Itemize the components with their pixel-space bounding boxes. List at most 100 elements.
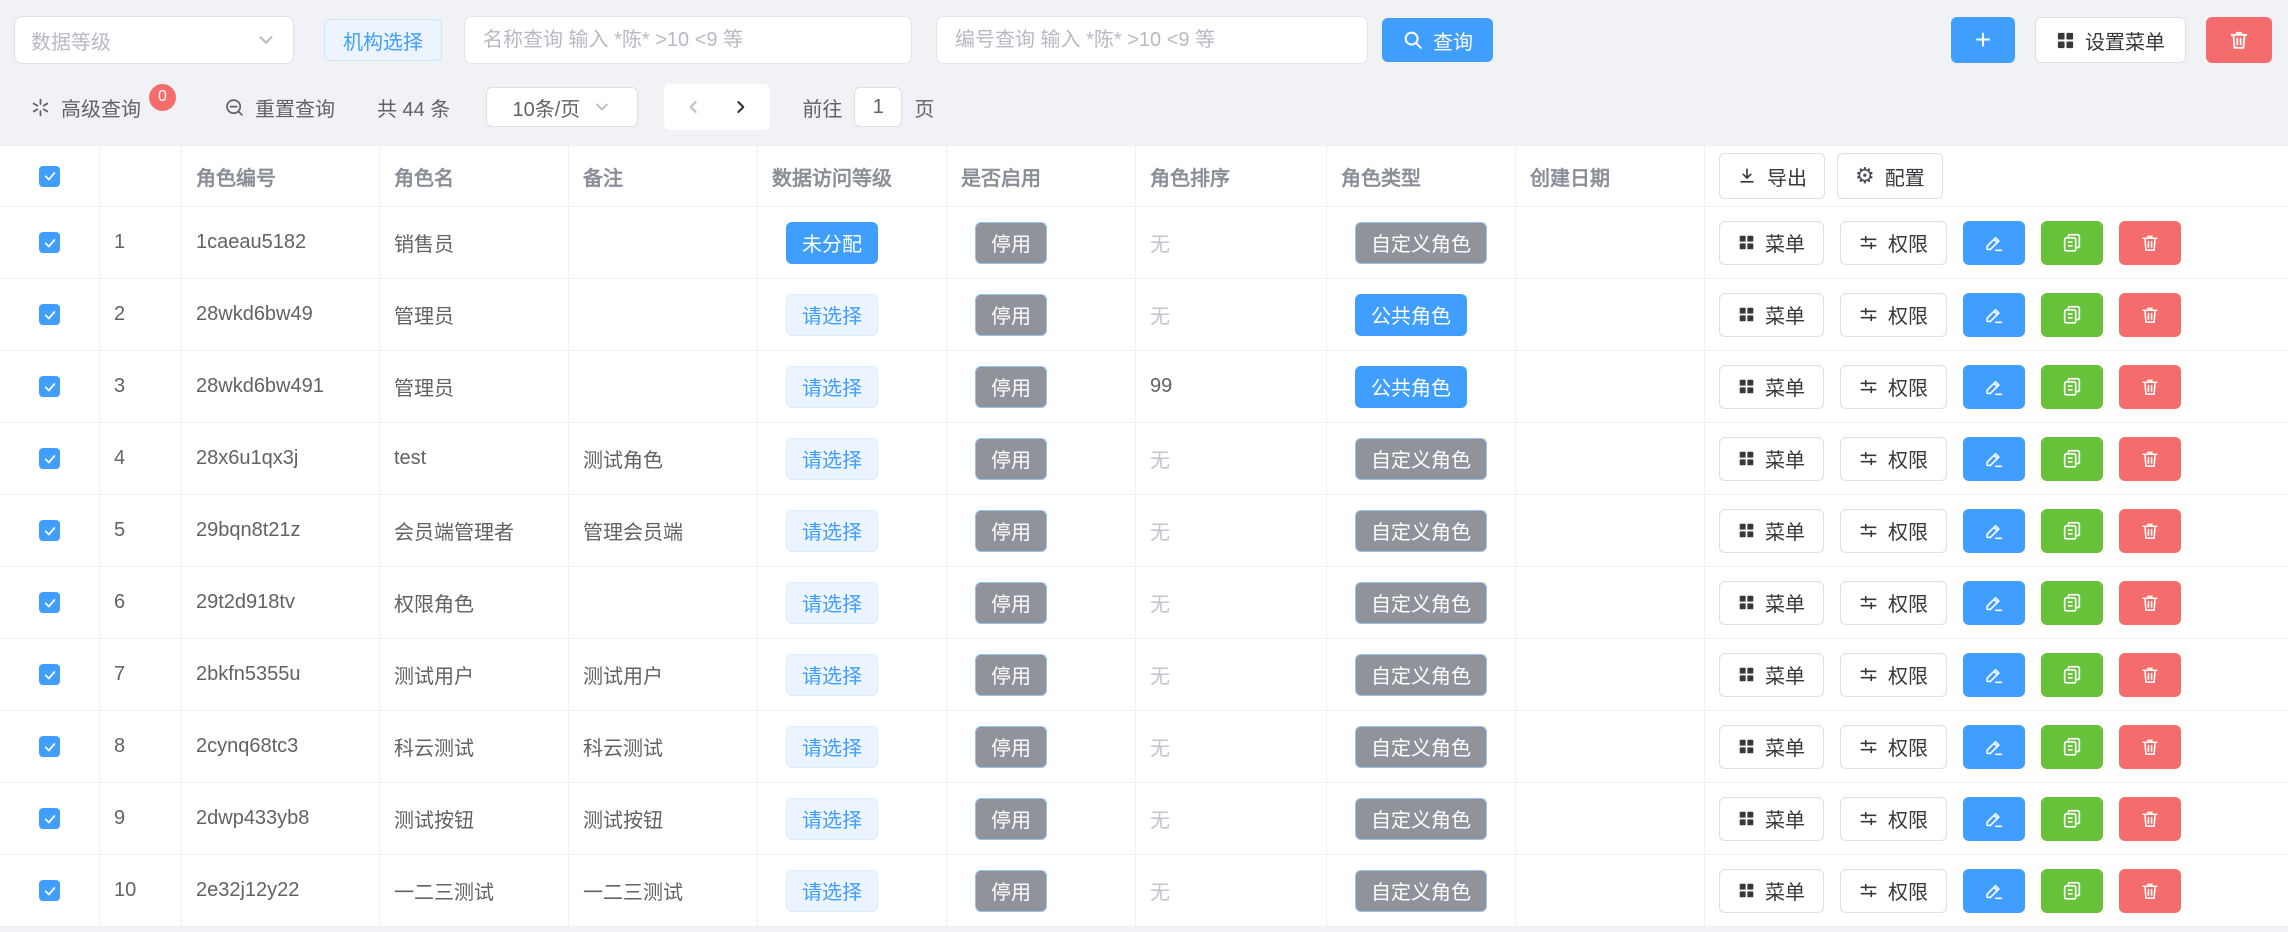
access-level-button[interactable]: 未分配	[786, 222, 878, 264]
row-delete-button[interactable]	[2119, 869, 2181, 913]
row-delete-button[interactable]	[2119, 437, 2181, 481]
access-level-button[interactable]: 请选择	[786, 366, 878, 408]
row-checkbox[interactable]	[39, 736, 60, 757]
row-menu-button[interactable]: 菜单	[1719, 509, 1824, 553]
access-level-button[interactable]: 请选择	[786, 510, 878, 552]
row-permission-button[interactable]: 权限	[1840, 365, 1947, 409]
role-type-button[interactable]: 自定义角色	[1355, 438, 1487, 480]
enabled-status-button[interactable]: 停用	[975, 366, 1047, 408]
role-type-button[interactable]: 自定义角色	[1355, 726, 1487, 768]
row-menu-button[interactable]: 菜单	[1719, 221, 1824, 265]
data-level-select[interactable]: 数据等级	[14, 16, 294, 64]
select-all-checkbox[interactable]	[39, 166, 60, 187]
row-menu-button[interactable]: 菜单	[1719, 581, 1824, 625]
prev-page-button[interactable]	[684, 97, 704, 117]
name-query-input[interactable]	[464, 16, 912, 64]
row-permission-button[interactable]: 权限	[1840, 293, 1947, 337]
row-menu-button[interactable]: 菜单	[1719, 797, 1824, 841]
goto-page-input[interactable]	[854, 87, 902, 127]
row-copy-button[interactable]	[2041, 653, 2103, 697]
row-menu-button[interactable]: 菜单	[1719, 653, 1824, 697]
role-type-button[interactable]: 自定义角色	[1355, 510, 1487, 552]
row-menu-button[interactable]: 菜单	[1719, 365, 1824, 409]
row-edit-button[interactable]	[1963, 509, 2025, 553]
row-edit-button[interactable]	[1963, 293, 2025, 337]
row-copy-button[interactable]	[2041, 581, 2103, 625]
row-edit-button[interactable]	[1963, 221, 2025, 265]
row-delete-button[interactable]	[2119, 221, 2181, 265]
enabled-status-button[interactable]: 停用	[975, 798, 1047, 840]
row-delete-button[interactable]	[2119, 581, 2181, 625]
access-level-button[interactable]: 请选择	[786, 798, 878, 840]
row-copy-button[interactable]	[2041, 797, 2103, 841]
access-level-button[interactable]: 请选择	[786, 294, 878, 336]
role-type-button[interactable]: 自定义角色	[1355, 870, 1487, 912]
row-edit-button[interactable]	[1963, 653, 2025, 697]
row-permission-button[interactable]: 权限	[1840, 509, 1947, 553]
row-permission-button[interactable]: 权限	[1840, 869, 1947, 913]
row-delete-button[interactable]	[2119, 293, 2181, 337]
enabled-status-button[interactable]: 停用	[975, 726, 1047, 768]
row-copy-button[interactable]	[2041, 725, 2103, 769]
enabled-status-button[interactable]: 停用	[975, 294, 1047, 336]
access-level-button[interactable]: 请选择	[786, 870, 878, 912]
row-edit-button[interactable]	[1963, 797, 2025, 841]
role-type-button[interactable]: 自定义角色	[1355, 582, 1487, 624]
enabled-status-button[interactable]: 停用	[975, 582, 1047, 624]
role-type-button[interactable]: 自定义角色	[1355, 798, 1487, 840]
row-menu-button[interactable]: 菜单	[1719, 725, 1824, 769]
delete-selected-button[interactable]	[2206, 17, 2272, 63]
role-type-button[interactable]: 公共角色	[1355, 366, 1467, 408]
row-menu-button[interactable]: 菜单	[1719, 869, 1824, 913]
row-permission-button[interactable]: 权限	[1840, 581, 1947, 625]
row-checkbox[interactable]	[39, 880, 60, 901]
row-edit-button[interactable]	[1963, 581, 2025, 625]
export-button[interactable]: 导出	[1719, 153, 1825, 199]
enabled-status-button[interactable]: 停用	[975, 222, 1047, 264]
org-select-button[interactable]: 机构选择	[324, 19, 442, 61]
row-permission-button[interactable]: 权限	[1840, 221, 1947, 265]
row-copy-button[interactable]	[2041, 293, 2103, 337]
access-level-button[interactable]: 请选择	[786, 654, 878, 696]
row-edit-button[interactable]	[1963, 725, 2025, 769]
row-checkbox[interactable]	[39, 376, 60, 397]
row-menu-button[interactable]: 菜单	[1719, 293, 1824, 337]
row-checkbox[interactable]	[39, 808, 60, 829]
row-copy-button[interactable]	[2041, 437, 2103, 481]
access-level-button[interactable]: 请选择	[786, 582, 878, 624]
config-button[interactable]: ⚙ 配置	[1837, 153, 1943, 199]
role-type-button[interactable]: 公共角色	[1355, 294, 1467, 336]
row-permission-button[interactable]: 权限	[1840, 653, 1947, 697]
enabled-status-button[interactable]: 停用	[975, 510, 1047, 552]
row-copy-button[interactable]	[2041, 509, 2103, 553]
access-level-button[interactable]: 请选择	[786, 726, 878, 768]
row-permission-button[interactable]: 权限	[1840, 725, 1947, 769]
row-delete-button[interactable]	[2119, 797, 2181, 841]
row-checkbox[interactable]	[39, 232, 60, 253]
row-permission-button[interactable]: 权限	[1840, 797, 1947, 841]
access-level-button[interactable]: 请选择	[786, 438, 878, 480]
row-checkbox[interactable]	[39, 592, 60, 613]
row-edit-button[interactable]	[1963, 365, 2025, 409]
row-copy-button[interactable]	[2041, 221, 2103, 265]
page-size-select[interactable]: 10条/页	[486, 87, 638, 127]
advanced-query-link[interactable]: 高级查询	[30, 93, 141, 122]
role-type-button[interactable]: 自定义角色	[1355, 654, 1487, 696]
code-query-input[interactable]	[936, 16, 1368, 64]
set-menu-button[interactable]: 设置菜单	[2035, 17, 2186, 63]
add-button[interactable]: +	[1951, 17, 2015, 63]
role-type-button[interactable]: 自定义角色	[1355, 222, 1487, 264]
enabled-status-button[interactable]: 停用	[975, 870, 1047, 912]
row-copy-button[interactable]	[2041, 869, 2103, 913]
row-copy-button[interactable]	[2041, 365, 2103, 409]
row-permission-button[interactable]: 权限	[1840, 437, 1947, 481]
row-checkbox[interactable]	[39, 304, 60, 325]
row-checkbox[interactable]	[39, 664, 60, 685]
enabled-status-button[interactable]: 停用	[975, 438, 1047, 480]
row-delete-button[interactable]	[2119, 653, 2181, 697]
row-delete-button[interactable]	[2119, 365, 2181, 409]
row-menu-button[interactable]: 菜单	[1719, 437, 1824, 481]
row-checkbox[interactable]	[39, 520, 60, 541]
row-delete-button[interactable]	[2119, 509, 2181, 553]
search-button[interactable]: 查询	[1382, 18, 1493, 62]
